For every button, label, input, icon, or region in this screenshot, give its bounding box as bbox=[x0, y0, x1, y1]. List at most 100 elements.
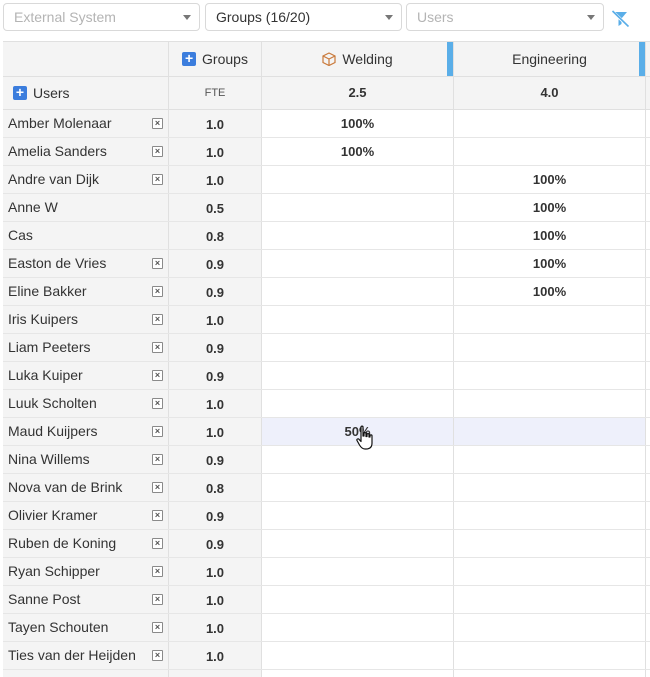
user-name: Tayen Schouten bbox=[8, 619, 109, 635]
engineering-allocation-cell[interactable] bbox=[454, 306, 646, 333]
engineering-allocation-cell[interactable]: 100% bbox=[454, 222, 646, 249]
remove-user-icon[interactable]: × bbox=[152, 482, 163, 493]
user-name-cell: Maud Kuijpers × bbox=[3, 418, 169, 445]
add-group-icon[interactable]: + bbox=[182, 51, 197, 66]
external-system-dropdown[interactable]: External System bbox=[3, 3, 200, 31]
remove-user-icon[interactable]: × bbox=[152, 538, 163, 549]
user-name: Olivier Kramer bbox=[8, 507, 98, 523]
add-user-icon[interactable]: + bbox=[13, 85, 27, 100]
table-row: Nina Willems × 0.9 bbox=[3, 446, 650, 474]
welding-allocation-cell[interactable]: 100% bbox=[262, 110, 454, 137]
welding-allocation-cell[interactable] bbox=[262, 642, 454, 669]
user-name: Nina Willems bbox=[8, 451, 90, 467]
column-header-welding[interactable]: Welding bbox=[262, 42, 454, 76]
users-placeholder: Users bbox=[417, 9, 454, 25]
user-name-cell: Cas bbox=[3, 222, 169, 249]
welding-allocation-cell[interactable] bbox=[262, 446, 454, 473]
external-system-placeholder: External System bbox=[14, 9, 116, 25]
engineering-allocation-cell[interactable] bbox=[454, 642, 646, 669]
remove-user-icon[interactable]: × bbox=[152, 454, 163, 465]
table-row: Ties van der Heijden × 1.0 bbox=[3, 642, 650, 670]
fte-cell: 0.9 bbox=[169, 362, 262, 389]
fte-cell: 1.0 bbox=[169, 558, 262, 585]
engineering-allocation-cell[interactable] bbox=[454, 558, 646, 585]
welding-allocation-cell[interactable] bbox=[262, 474, 454, 501]
column-header-engineering[interactable]: Engineering bbox=[454, 42, 646, 76]
welding-allocation-cell[interactable] bbox=[262, 222, 454, 249]
user-name-cell: Nova van de Brink × bbox=[3, 474, 169, 501]
user-name: Iris Kuipers bbox=[8, 311, 79, 327]
welding-allocation-cell[interactable] bbox=[262, 278, 454, 305]
table-row: Luuk Scholten × 1.0 bbox=[3, 390, 650, 418]
engineering-allocation-cell[interactable]: 100% bbox=[454, 194, 646, 221]
user-name-cell: Nina Willems × bbox=[3, 446, 169, 473]
engineering-allocation-cell[interactable] bbox=[454, 334, 646, 361]
engineering-allocation-cell[interactable] bbox=[454, 502, 646, 529]
engineering-allocation-cell[interactable] bbox=[454, 110, 646, 137]
remove-user-icon[interactable]: × bbox=[152, 342, 163, 353]
table-row: Anne W 0.5 100% bbox=[3, 194, 650, 222]
remove-user-icon[interactable]: × bbox=[152, 286, 163, 297]
welding-allocation-cell[interactable] bbox=[262, 362, 454, 389]
user-name-cell: Amber Molenaar × bbox=[3, 110, 169, 137]
engineering-allocation-cell[interactable] bbox=[454, 418, 646, 445]
remove-user-icon[interactable]: × bbox=[152, 174, 163, 185]
welding-allocation-cell[interactable] bbox=[262, 502, 454, 529]
engineering-allocation-cell[interactable] bbox=[454, 446, 646, 473]
welding-allocation-cell[interactable]: 50% bbox=[262, 418, 454, 445]
remove-user-icon[interactable]: × bbox=[152, 398, 163, 409]
engineering-allocation-cell[interactable] bbox=[454, 530, 646, 557]
welding-allocation-cell[interactable] bbox=[262, 530, 454, 557]
engineering-allocation-cell[interactable]: 100% bbox=[454, 278, 646, 305]
remove-user-icon[interactable]: × bbox=[152, 258, 163, 269]
user-name: Ruben de Koning bbox=[8, 535, 117, 551]
welding-allocation-cell[interactable] bbox=[262, 558, 454, 585]
groups-dropdown[interactable]: Groups (16/20) bbox=[205, 3, 402, 31]
user-name-cell: Anne W bbox=[3, 194, 169, 221]
remove-user-icon[interactable]: × bbox=[152, 510, 163, 521]
groups-header-label: Groups bbox=[202, 51, 248, 67]
welding-allocation-cell[interactable] bbox=[262, 670, 454, 677]
remove-user-icon[interactable]: × bbox=[152, 314, 163, 325]
engineering-allocation-cell[interactable] bbox=[454, 474, 646, 501]
fte-cell: 1.0 bbox=[169, 110, 262, 137]
chevron-down-icon bbox=[587, 15, 595, 20]
engineering-allocation-cell[interactable] bbox=[454, 586, 646, 613]
remove-user-icon[interactable]: × bbox=[152, 650, 163, 661]
totals-header-row: + Users FTE 2.5 4.0 bbox=[3, 77, 650, 110]
user-name: Eline Bakker bbox=[8, 283, 87, 299]
engineering-allocation-cell[interactable] bbox=[454, 362, 646, 389]
user-name: Anne W bbox=[8, 199, 58, 215]
engineering-allocation-cell[interactable] bbox=[454, 138, 646, 165]
engineering-allocation-cell[interactable]: 100% bbox=[454, 250, 646, 277]
welding-allocation-cell[interactable] bbox=[262, 334, 454, 361]
remove-user-icon[interactable]: × bbox=[152, 594, 163, 605]
users-dropdown[interactable]: Users bbox=[406, 3, 604, 31]
welding-allocation-cell[interactable] bbox=[262, 194, 454, 221]
remove-user-icon[interactable]: × bbox=[152, 622, 163, 633]
welding-allocation-cell[interactable] bbox=[262, 614, 454, 641]
engineering-allocation-cell[interactable] bbox=[454, 614, 646, 641]
welding-allocation-cell[interactable] bbox=[262, 390, 454, 417]
remove-user-icon[interactable]: × bbox=[152, 146, 163, 157]
table-row: Cas 0.8 100% bbox=[3, 222, 650, 250]
remove-user-icon[interactable]: × bbox=[152, 426, 163, 437]
remove-user-icon[interactable]: × bbox=[152, 118, 163, 129]
welding-allocation-cell[interactable] bbox=[262, 306, 454, 333]
user-name-cell: Luka Kuiper × bbox=[3, 362, 169, 389]
remove-user-icon[interactable]: × bbox=[152, 370, 163, 381]
column-resize-handle[interactable] bbox=[639, 42, 645, 76]
clear-filter-icon[interactable] bbox=[610, 8, 632, 30]
welding-allocation-cell[interactable] bbox=[262, 166, 454, 193]
fte-cell: 0.9 bbox=[169, 278, 262, 305]
welding-allocation-cell[interactable] bbox=[262, 250, 454, 277]
table-row: Ryan Schipper × 1.0 bbox=[3, 558, 650, 586]
engineering-allocation-cell[interactable] bbox=[454, 390, 646, 417]
users-header-label: Users bbox=[33, 85, 70, 101]
welding-allocation-cell[interactable]: 100% bbox=[262, 138, 454, 165]
column-resize-handle[interactable] bbox=[447, 42, 453, 76]
engineering-allocation-cell[interactable] bbox=[454, 670, 646, 677]
engineering-allocation-cell[interactable]: 100% bbox=[454, 166, 646, 193]
remove-user-icon[interactable]: × bbox=[152, 566, 163, 577]
welding-allocation-cell[interactable] bbox=[262, 586, 454, 613]
